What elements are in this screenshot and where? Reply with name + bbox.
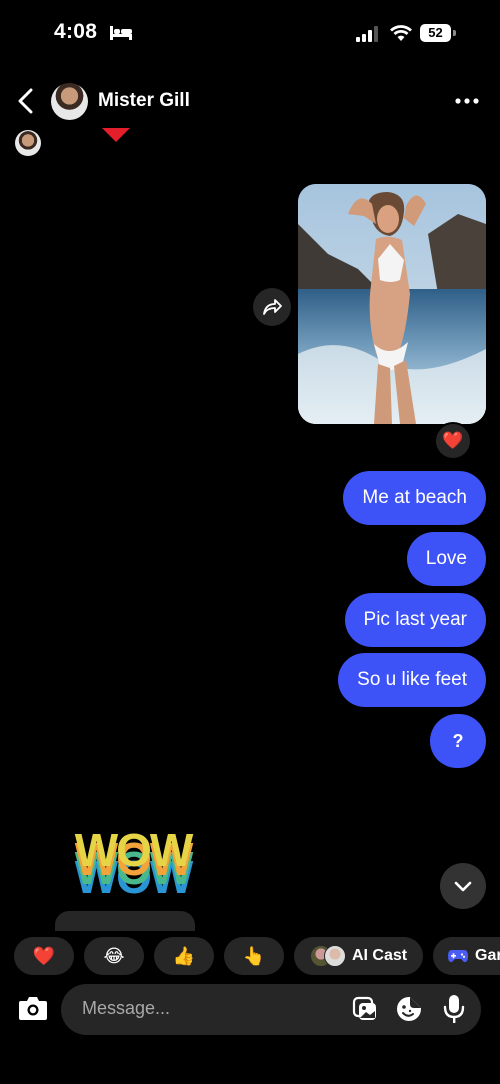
beach-photo — [298, 184, 486, 424]
message-bubble[interactable]: Me at beach — [343, 471, 486, 525]
wow-layer-yellow: WOW — [75, 824, 194, 876]
heart-reaction[interactable]: ❤️ — [434, 422, 472, 460]
battery-icon: 52 — [420, 24, 456, 42]
ai-cast-chip[interactable]: AI Cast — [294, 937, 423, 975]
point-up-emoji: 👆 — [242, 945, 266, 966]
gallery-icon[interactable] — [352, 996, 378, 1022]
battery-level: 52 — [420, 24, 451, 42]
back-chevron-icon[interactable] — [14, 88, 38, 114]
contact-name[interactable]: Mister Gill — [98, 90, 190, 112]
games-label: Gar — [475, 947, 500, 964]
message-bubble[interactable]: Love — [406, 532, 486, 586]
share-arrow-icon — [263, 299, 282, 315]
wow-sticker[interactable]: WOW WOW WOW WOW — [58, 823, 208, 901]
message-bubble[interactable]: Pic last year — [344, 593, 486, 647]
chevron-down-icon — [454, 881, 472, 892]
sender-avatar — [15, 130, 41, 156]
quick-reaction-laugh[interactable]: 😂 — [84, 937, 144, 975]
scroll-to-bottom-button[interactable] — [440, 863, 486, 909]
thumbs-up-emoji: 👍 — [172, 945, 196, 966]
contact-avatar[interactable] — [51, 83, 88, 120]
share-button[interactable] — [253, 288, 291, 326]
games-chip[interactable]: Gar — [433, 937, 500, 975]
laughing-emoji: 😂 — [103, 945, 125, 966]
ai-cast-avatar-2 — [323, 945, 346, 967]
message-bubble[interactable]: ? — [430, 714, 486, 768]
game-controller-icon — [448, 950, 468, 963]
quick-reaction-thumbs-up[interactable]: 👍 — [154, 937, 214, 975]
ai-cast-label: AI Cast — [351, 947, 408, 964]
microphone-icon[interactable] — [443, 994, 465, 1024]
quick-reaction-heart[interactable]: ❤️ — [14, 937, 74, 975]
heart-reaction-emoji: ❤️ — [442, 431, 464, 450]
more-options-icon[interactable] — [455, 98, 479, 104]
message-bubble[interactable]: So u like feet — [338, 653, 486, 707]
photo-message[interactable] — [298, 184, 486, 424]
cellular-signal-icon — [356, 26, 378, 42]
status-time: 4:08 — [54, 20, 98, 43]
sleep-focus-icon — [110, 26, 132, 40]
wifi-icon — [390, 25, 412, 41]
camera-icon[interactable] — [18, 995, 48, 1021]
partial-message-bubble — [55, 911, 195, 931]
quick-reaction-point-up[interactable]: 👆 — [224, 937, 284, 975]
heart-emoji: ❤️ — [32, 945, 56, 966]
partial-sticker — [102, 128, 130, 142]
message-input[interactable]: Message... — [82, 998, 170, 1019]
sticker-icon[interactable] — [396, 996, 422, 1022]
